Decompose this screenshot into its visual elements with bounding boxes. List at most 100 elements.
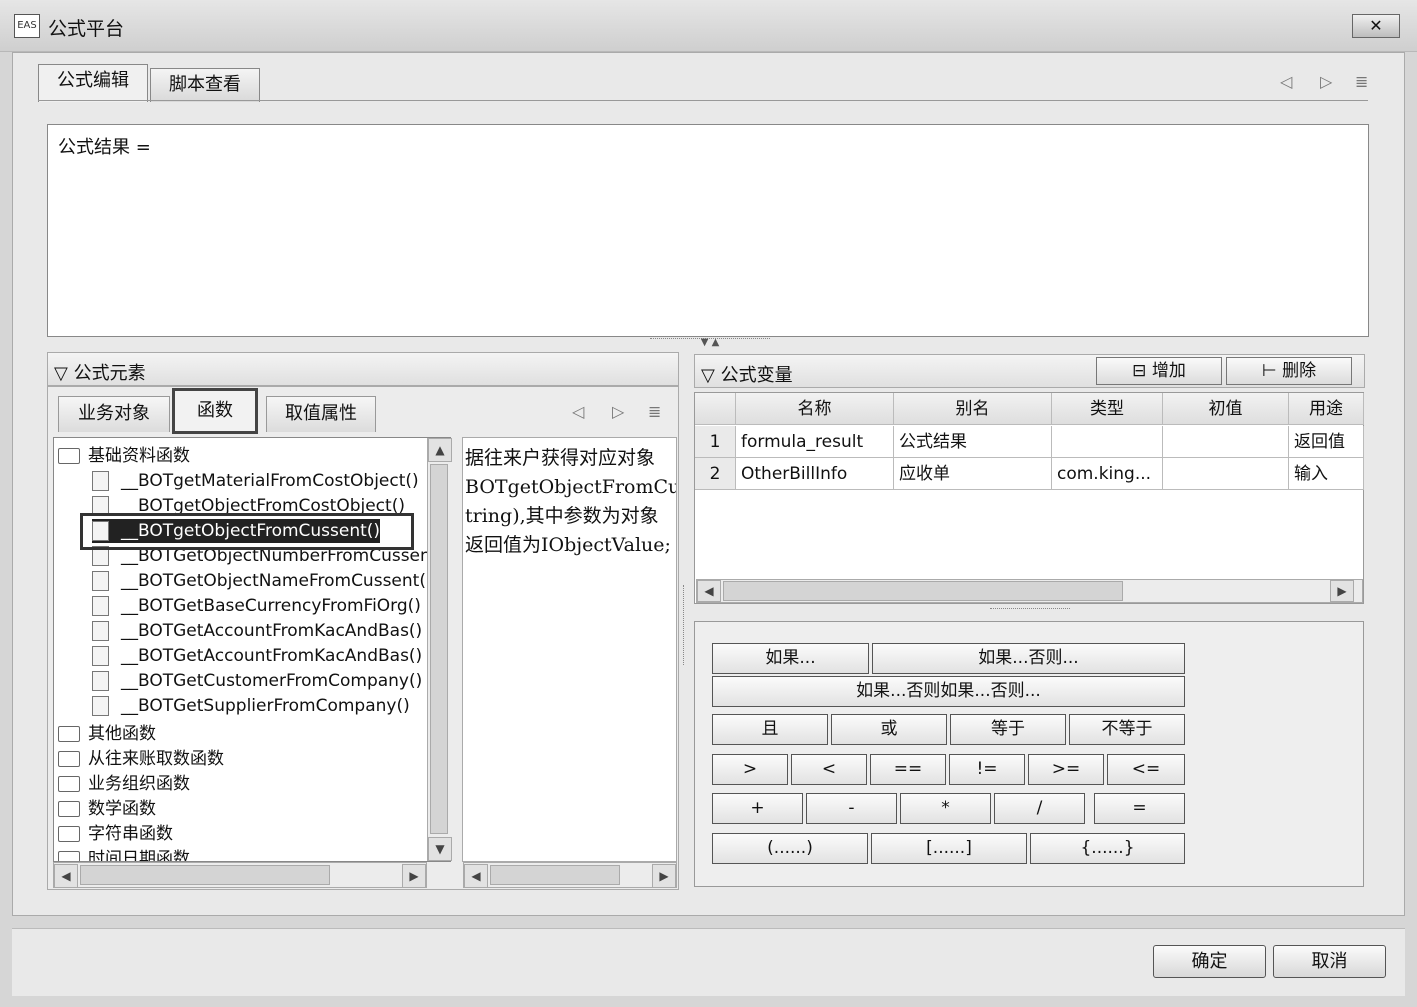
op-not-equals-button[interactable]: 不等于 — [1069, 714, 1185, 745]
scroll-thumb[interactable] — [80, 865, 330, 885]
op-and-button[interactable]: 且 — [712, 714, 828, 745]
op-if-button[interactable]: 如果... — [712, 643, 869, 674]
table-cell[interactable]: 应收单 — [894, 458, 1052, 490]
op-curly-braces-button[interactable]: {......} — [1030, 833, 1185, 864]
function-description: 据往来户获得对应对象 BOTgetObjectFromCussent(Strin… — [462, 437, 677, 862]
scroll-right-icon[interactable]: ▶ — [1330, 580, 1354, 602]
tab-formula-edit[interactable]: 公式编辑 — [38, 64, 148, 102]
column-header[interactable]: 类型 — [1052, 393, 1163, 425]
collapse-icon[interactable]: ▽ — [701, 365, 715, 386]
op-assign-button[interactable]: = — [1094, 793, 1185, 824]
column-header[interactable]: 初值 — [1163, 393, 1289, 425]
prev-tab-icon[interactable]: ◁ — [1280, 72, 1292, 91]
table-cell[interactable]: 输入 — [1289, 458, 1364, 490]
op-parentheses-button[interactable]: (......) — [712, 833, 868, 864]
selection-highlight — [80, 513, 414, 550]
table-cell[interactable]: 返回值 — [1289, 426, 1364, 458]
splitter-handle[interactable] — [683, 585, 689, 665]
tree-folder[interactable]: 时间日期函数 — [58, 847, 190, 861]
tree-folder-basic[interactable]: 基础资料函数 — [58, 444, 190, 468]
column-header[interactable]: 用途 — [1289, 393, 1364, 425]
op-if-else-button[interactable]: 如果...否则... — [872, 643, 1185, 674]
splitter-handle[interactable] — [990, 608, 1070, 614]
table-cell[interactable]: 公式结果 — [894, 426, 1052, 458]
tree-horizontal-scrollbar[interactable]: ◀ ▶ — [53, 862, 427, 888]
cancel-button[interactable]: 取消 — [1273, 945, 1386, 978]
scroll-thumb[interactable] — [490, 865, 620, 885]
op-minus-button[interactable]: - — [806, 793, 897, 824]
scroll-right-icon[interactable]: ▶ — [402, 864, 426, 888]
tree-folder[interactable]: 其他函数 — [58, 722, 156, 746]
op-gte-button[interactable]: >= — [1028, 754, 1104, 785]
table-cell[interactable]: com.king... — [1052, 458, 1163, 490]
table-horizontal-scrollbar[interactable]: ◀ ▶ — [696, 579, 1363, 603]
tree-folder[interactable]: 数学函数 — [58, 797, 156, 821]
scroll-right-icon[interactable]: ▶ — [652, 864, 676, 888]
tree-item[interactable]: __BOTGetSupplierFromCompany() — [92, 694, 410, 718]
op-equals-button[interactable]: 等于 — [950, 714, 1066, 745]
op-if-elseif-else-button[interactable]: 如果...否则如果...否则... — [712, 676, 1185, 707]
formula-text: 公式结果 = — [58, 137, 151, 158]
scroll-left-icon[interactable]: ◀ — [697, 580, 721, 602]
variables-table[interactable]: 名称 别名 类型 初值 用途 1 formula_result 公式结果 返回值… — [694, 392, 1364, 604]
scroll-thumb[interactable] — [723, 581, 1123, 601]
tree-item[interactable]: __BOTGetAccountFromKacAndBas() — [92, 644, 422, 668]
close-button[interactable]: ✕ — [1352, 14, 1400, 38]
formula-editor[interactable]: 公式结果 = — [47, 124, 1369, 337]
subtab-functions[interactable]: 函数 — [172, 388, 258, 434]
function-tree[interactable]: 基础资料函数 __BOTgetMaterialFromCostObject() … — [53, 437, 451, 862]
variables-panel-title: ▽ 公式变量 — [701, 361, 793, 387]
delete-row-icon: ⊢ — [1261, 361, 1277, 381]
tree-vertical-scrollbar[interactable]: ▲ ▼ — [427, 438, 452, 861]
op-eq-button[interactable]: == — [870, 754, 946, 785]
tab-script-view[interactable]: 脚本查看 — [150, 68, 260, 102]
folder-icon — [58, 726, 80, 742]
folder-icon — [58, 751, 80, 767]
op-square-brackets-button[interactable]: [......] — [871, 833, 1027, 864]
tree-item[interactable]: __BOTGetAccountFromKacAndBas() — [92, 619, 422, 643]
op-lt-button[interactable]: < — [791, 754, 867, 785]
collapse-icon[interactable]: ▽ — [54, 363, 68, 384]
prev-subtab-icon[interactable]: ◁ — [572, 402, 584, 421]
subtab-value-property[interactable]: 取值属性 — [266, 396, 376, 432]
column-header[interactable]: 名称 — [736, 393, 894, 425]
table-cell[interactable]: OtherBillInfo — [736, 458, 894, 490]
table-cell[interactable] — [1163, 458, 1289, 490]
op-lte-button[interactable]: <= — [1107, 754, 1185, 785]
subtab-menu-icon[interactable]: ≣ — [648, 402, 661, 421]
op-or-button[interactable]: 或 — [831, 714, 947, 745]
op-gt-button[interactable]: > — [712, 754, 788, 785]
scroll-left-icon[interactable]: ◀ — [464, 864, 488, 888]
scroll-thumb[interactable] — [430, 464, 448, 834]
tree-item[interactable]: __BOTGetBaseCurrencyFromFiOrg() — [92, 594, 421, 618]
column-header[interactable]: 别名 — [894, 393, 1052, 425]
next-subtab-icon[interactable]: ▷ — [612, 402, 624, 421]
table-cell[interactable] — [1163, 426, 1289, 458]
next-tab-icon[interactable]: ▷ — [1320, 72, 1332, 91]
delete-variable-button[interactable]: ⊢ 删除 — [1226, 357, 1352, 385]
scroll-left-icon[interactable]: ◀ — [54, 864, 78, 888]
window-title: 公式平台 — [48, 18, 125, 40]
tree-folder[interactable]: 业务组织函数 — [58, 772, 190, 796]
splitter-handle[interactable]: ▼ ▲ — [650, 338, 770, 348]
op-neq-button[interactable]: != — [949, 754, 1025, 785]
add-variable-button[interactable]: ⊟ 增加 — [1096, 357, 1222, 385]
tree-folder[interactable]: 从往来账取数函数 — [58, 747, 224, 771]
tab-menu-icon[interactable]: ≣ — [1355, 72, 1368, 91]
op-divide-button[interactable]: / — [994, 793, 1085, 824]
op-plus-button[interactable]: + — [712, 793, 803, 824]
row-number[interactable]: 2 — [695, 458, 736, 490]
tree-item[interactable]: __BOTGetCustomerFromCompany() — [92, 669, 422, 693]
op-multiply-button[interactable]: * — [900, 793, 991, 824]
description-horizontal-scrollbar[interactable]: ◀ ▶ — [463, 862, 677, 888]
scroll-up-icon[interactable]: ▲ — [428, 438, 452, 462]
scroll-down-icon[interactable]: ▼ — [428, 837, 452, 861]
row-number[interactable]: 1 — [695, 426, 736, 458]
tree-item[interactable]: __BOTgetMaterialFromCostObject() — [92, 469, 419, 493]
subtab-business-object[interactable]: 业务对象 — [58, 396, 170, 432]
table-cell[interactable] — [1052, 426, 1163, 458]
tree-item[interactable]: __BOTGetObjectNameFromCussent() — [92, 569, 433, 593]
tree-folder[interactable]: 字符串函数 — [58, 822, 173, 846]
table-cell[interactable]: formula_result — [736, 426, 894, 458]
ok-button[interactable]: 确定 — [1153, 945, 1266, 978]
